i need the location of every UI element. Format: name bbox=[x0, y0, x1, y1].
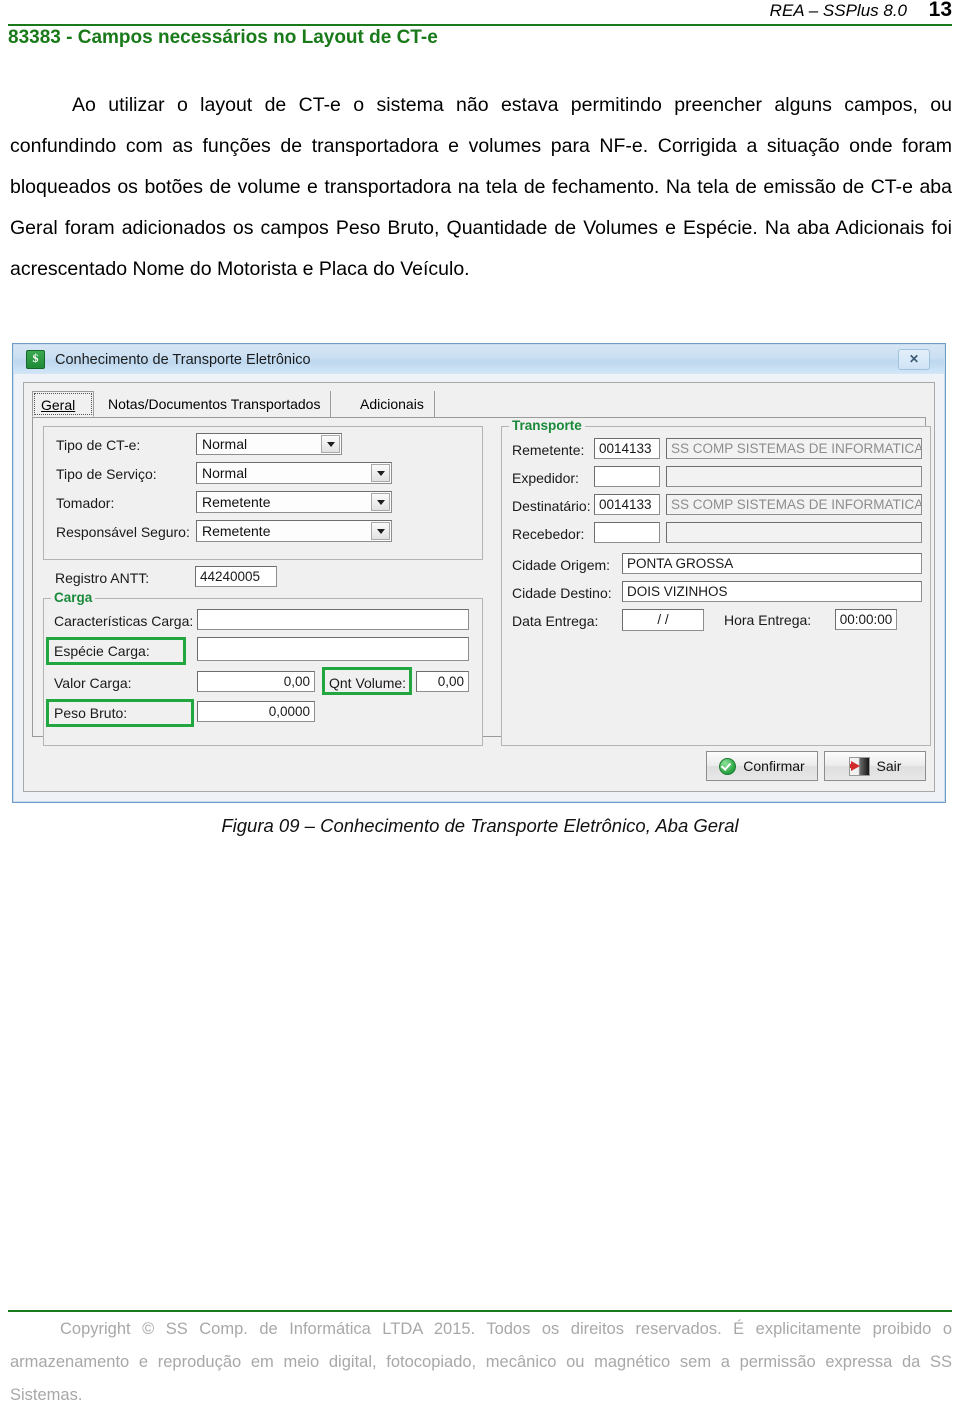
label-cidade-destino: Cidade Destino: bbox=[512, 585, 612, 601]
tab-page-geral: Tipo de CT-e: Normal Tipo de Serviço: No… bbox=[32, 417, 931, 746]
combo-responsavel-seguro-value: Remetente bbox=[202, 523, 271, 539]
label-hora-entrega: Hora Entrega: bbox=[724, 612, 812, 628]
label-tomador: Tomador: bbox=[56, 495, 115, 511]
input-qnt-volume[interactable]: 0,00 bbox=[416, 671, 469, 692]
tab-adicionais-label: Adicionais bbox=[360, 396, 424, 412]
tab-strip: Geral Notas/Documentos Transportados Adi… bbox=[32, 391, 926, 417]
input-expedidor-name bbox=[666, 466, 922, 487]
page-number: 13 bbox=[928, 0, 952, 21]
label-qnt-volume: Qnt Volume: bbox=[329, 675, 407, 691]
page-title: 83383 - Campos necessários no Layout de … bbox=[8, 27, 438, 48]
input-registro-antt-value: 44240005 bbox=[200, 568, 261, 584]
close-icon[interactable] bbox=[898, 349, 930, 370]
carga-group: Carga Características Carga: Espécie Car… bbox=[43, 590, 483, 746]
confirm-button-label: Confirmar bbox=[743, 758, 805, 774]
tab-adicionais[interactable]: Adicionais bbox=[350, 391, 435, 417]
input-cidade-destino[interactable]: DOIS VIZINHOS bbox=[622, 581, 922, 602]
screenshot-figure: Conhecimento de Transporte Eletrônico Ge… bbox=[12, 343, 946, 803]
input-hora-entrega[interactable]: 00:00:00 bbox=[835, 609, 897, 630]
footer-rule bbox=[8, 1310, 952, 1312]
input-valor-carga[interactable]: 0,00 bbox=[197, 671, 315, 692]
input-remetente-code[interactable]: 0014133 bbox=[594, 438, 660, 459]
input-registro-antt[interactable]: 44240005 bbox=[195, 566, 277, 587]
exit-button-label: Sair bbox=[876, 758, 902, 774]
label-remetente: Remetente: bbox=[512, 442, 585, 458]
figure-caption: Figura 09 – Conhecimento de Transporte E… bbox=[221, 815, 739, 836]
tab-geral[interactable]: Geral bbox=[32, 391, 94, 417]
combo-tipo-servico[interactable]: Normal bbox=[196, 462, 392, 484]
input-destinatario-name-value: SS COMP SISTEMAS DE INFORMATICA LTD bbox=[671, 496, 922, 512]
chevron-down-icon[interactable] bbox=[371, 493, 390, 511]
body-paragraph: Ao utilizar o layout de CT-e o sistema n… bbox=[10, 85, 952, 290]
general-fields-group: Tipo de CT-e: Normal Tipo de Serviço: No… bbox=[43, 426, 483, 560]
input-destinatario-code-value: 0014133 bbox=[599, 496, 652, 512]
label-especie-carga: Espécie Carga: bbox=[54, 643, 150, 659]
tab-geral-label: Geral bbox=[41, 397, 76, 413]
combo-responsavel-seguro[interactable]: Remetente bbox=[196, 520, 392, 542]
label-responsavel-seguro: Responsável Seguro: bbox=[56, 524, 190, 540]
body-paragraph-text: Ao utilizar o layout de CT-e o sistema n… bbox=[10, 94, 952, 280]
input-hora-entrega-value: 00:00:00 bbox=[839, 611, 893, 627]
label-tipo-servico: Tipo de Serviço: bbox=[56, 466, 157, 482]
input-peso-bruto[interactable]: 0,0000 bbox=[197, 701, 315, 722]
input-recebedor-name bbox=[666, 522, 922, 543]
combo-tipo-servico-value: Normal bbox=[202, 465, 248, 481]
tab-notas-documentos-label: Notas/Documentos Transportados bbox=[108, 396, 321, 412]
dialog-title: Conhecimento de Transporte Eletrônico bbox=[55, 351, 311, 368]
input-destinatario-name: SS COMP SISTEMAS DE INFORMATICA LTD bbox=[666, 494, 922, 515]
running-head: REA – SSPlus 8.0 bbox=[769, 1, 907, 20]
red-exit-arrow-icon bbox=[848, 756, 870, 776]
transporte-group: Transporte Remetente: 0014133 SS COMP SI… bbox=[501, 418, 931, 746]
label-expedidor: Expedidor: bbox=[512, 470, 579, 486]
label-destinatario: Destinatário: bbox=[512, 498, 591, 514]
label-cidade-origem: Cidade Origem: bbox=[512, 557, 611, 573]
input-remetente-name-value: SS COMP SISTEMAS DE INFORMATICA LTD bbox=[671, 440, 922, 456]
label-data-entrega: Data Entrega: bbox=[512, 613, 599, 629]
input-data-entrega[interactable]: / / bbox=[622, 609, 704, 631]
input-remetente-code-value: 0014133 bbox=[599, 440, 652, 456]
dialog-title-bar[interactable]: Conhecimento de Transporte Eletrônico bbox=[14, 345, 944, 374]
exit-button[interactable]: Sair bbox=[824, 751, 926, 781]
input-destinatario-code[interactable]: 0014133 bbox=[594, 494, 660, 515]
money-app-icon bbox=[26, 350, 45, 369]
label-valor-carga: Valor Carga: bbox=[54, 675, 132, 691]
input-cidade-destino-value: DOIS VIZINHOS bbox=[627, 583, 728, 599]
combo-tipo-cte-value: Normal bbox=[202, 436, 248, 452]
label-registro-antt: Registro ANTT: bbox=[55, 570, 150, 586]
combo-tipo-cte[interactable]: Normal bbox=[196, 433, 342, 455]
input-expedidor-code[interactable] bbox=[594, 466, 660, 487]
footer-copyright: Copyright © SS Comp. de Informática LTDA… bbox=[10, 1313, 952, 1412]
input-valor-carga-value: 0,00 bbox=[283, 673, 310, 689]
label-peso-bruto: Peso Bruto: bbox=[54, 705, 128, 721]
dialog-client-area: Geral Notas/Documentos Transportados Adi… bbox=[23, 382, 935, 792]
input-especie-carga[interactable] bbox=[197, 637, 469, 661]
chevron-down-icon[interactable] bbox=[371, 522, 390, 540]
label-tipo-cte: Tipo de CT-e: bbox=[56, 437, 141, 453]
transporte-group-legend: Transporte bbox=[509, 418, 585, 433]
tab-notas-documentos[interactable]: Notas/Documentos Transportados bbox=[98, 391, 332, 417]
label-caracteristicas-carga: Características Carga: bbox=[54, 613, 194, 629]
combo-tomador[interactable]: Remetente bbox=[196, 491, 392, 513]
input-recebedor-code[interactable] bbox=[594, 522, 660, 543]
label-recebedor: Recebedor: bbox=[512, 526, 585, 542]
input-peso-bruto-value: 0,0000 bbox=[268, 703, 310, 719]
chevron-down-icon[interactable] bbox=[321, 435, 340, 453]
chevron-down-icon[interactable] bbox=[371, 464, 390, 482]
input-qnt-volume-value: 0,00 bbox=[437, 673, 464, 689]
input-data-entrega-value: / / bbox=[657, 612, 669, 628]
header-rule bbox=[8, 24, 952, 26]
combo-tomador-value: Remetente bbox=[202, 494, 271, 510]
input-cidade-origem-value: PONTA GROSSA bbox=[627, 555, 734, 571]
input-remetente-name: SS COMP SISTEMAS DE INFORMATICA LTD bbox=[666, 438, 922, 459]
confirm-button[interactable]: Confirmar bbox=[706, 751, 818, 781]
green-check-icon bbox=[719, 757, 737, 775]
input-cidade-origem[interactable]: PONTA GROSSA bbox=[622, 553, 922, 574]
input-caracteristicas-carga[interactable] bbox=[197, 609, 469, 630]
footer-copyright-text: Copyright © SS Comp. de Informática LTDA… bbox=[10, 1320, 952, 1404]
cte-dialog-window: Conhecimento de Transporte Eletrônico Ge… bbox=[12, 343, 946, 803]
carga-group-legend: Carga bbox=[51, 590, 96, 605]
